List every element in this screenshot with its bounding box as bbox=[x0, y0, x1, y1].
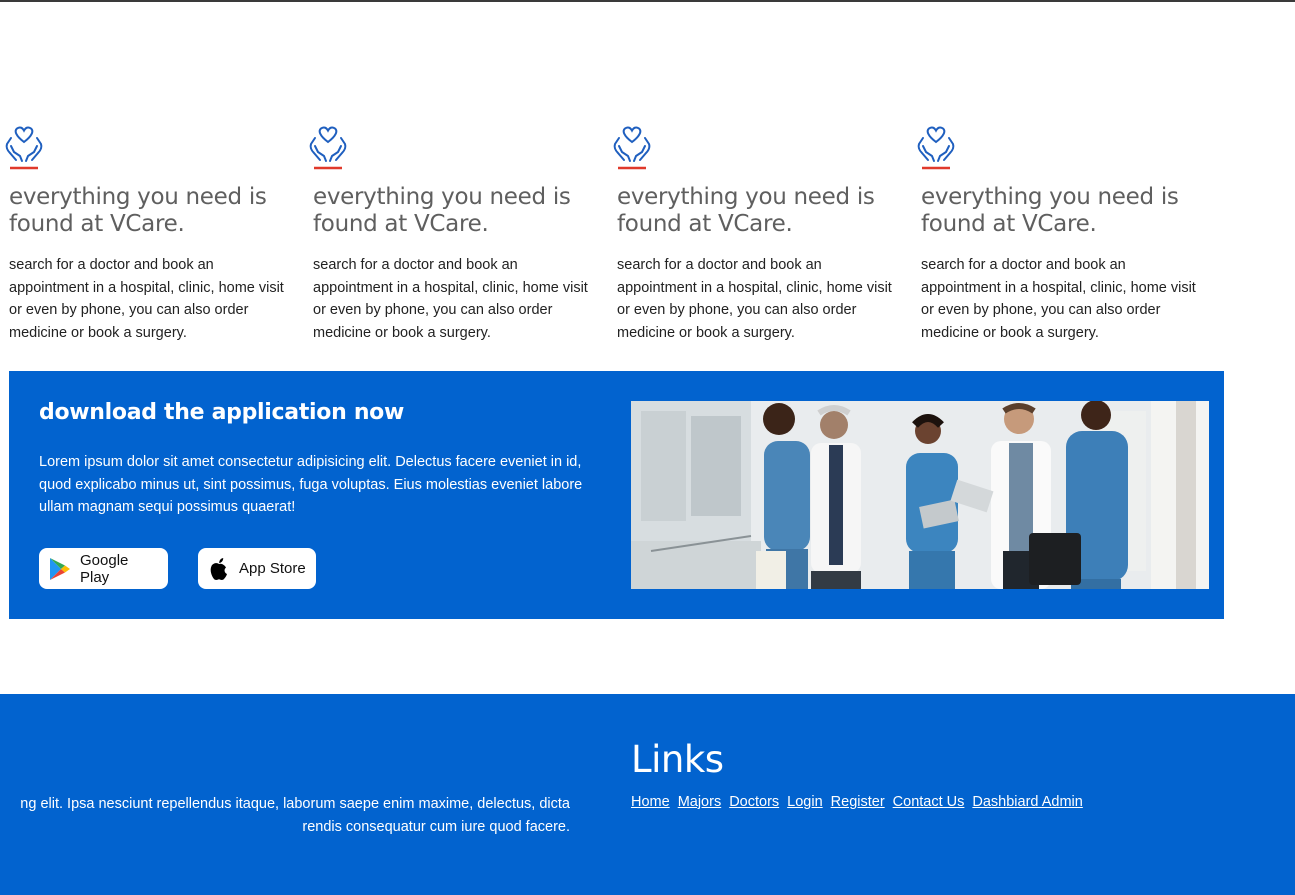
footer-link-doctors[interactable]: Doctors bbox=[729, 794, 779, 810]
google-play-button[interactable]: Google Play bbox=[39, 548, 168, 589]
footer-link-majors[interactable]: Majors bbox=[678, 794, 722, 810]
feature-title: everything you need is found at VCare. bbox=[617, 184, 875, 237]
feature-title: everything you need is found at VCare. bbox=[921, 184, 1179, 237]
download-app-banner: download the application now Lorem ipsum… bbox=[9, 371, 1224, 619]
app-store-button[interactable]: App Store bbox=[198, 548, 316, 589]
features-section: everything you need is found at VCare. s… bbox=[0, 118, 1295, 358]
google-play-icon bbox=[50, 557, 70, 580]
hands-heart-icon bbox=[309, 126, 347, 170]
medical-team-photo bbox=[631, 401, 1209, 589]
hands-heart-icon bbox=[613, 126, 651, 170]
download-text: Lorem ipsum dolor sit amet consectetur a… bbox=[39, 454, 583, 515]
footer-link-home[interactable]: Home bbox=[631, 794, 670, 810]
footer-links-title: Links bbox=[631, 738, 724, 781]
footer-link-dashboard-admin[interactable]: Dashbiard Admin bbox=[972, 794, 1082, 810]
footer-link-register[interactable]: Register bbox=[831, 794, 885, 810]
top-border bbox=[0, 0, 1295, 2]
feature-title: everything you need is found at VCare. bbox=[9, 184, 267, 237]
footer-text-line: ng elit. Ipsa nesciunt repellendus itaqu… bbox=[20, 796, 570, 812]
footer: ng elit. Ipsa nesciunt repellendus itaqu… bbox=[0, 694, 1295, 895]
app-store-label: App Store bbox=[239, 560, 306, 577]
hands-heart-icon bbox=[917, 126, 955, 170]
feature-text: search for a doctor and book an appointm… bbox=[617, 257, 892, 341]
footer-text-line: rendis consequatur cum iure quod facere. bbox=[302, 818, 570, 835]
footer-about-text: ng elit. Ipsa nesciunt repellendus itaqu… bbox=[0, 793, 570, 838]
google-play-label: Google Play bbox=[80, 551, 129, 586]
feature-title: everything you need is found at VCare. bbox=[313, 184, 571, 237]
feature-text: search for a doctor and book an appointm… bbox=[9, 257, 284, 341]
footer-link-login[interactable]: Login bbox=[787, 794, 822, 810]
feature-text: search for a doctor and book an appointm… bbox=[921, 257, 1196, 341]
footer-link-contact-us[interactable]: Contact Us bbox=[893, 794, 965, 810]
download-title: download the application now bbox=[39, 400, 405, 425]
hands-heart-icon bbox=[5, 126, 43, 170]
footer-links: Home Majors Doctors Login Register Conta… bbox=[631, 794, 1091, 810]
feature-text: search for a doctor and book an appointm… bbox=[313, 257, 588, 341]
apple-icon bbox=[210, 557, 227, 580]
